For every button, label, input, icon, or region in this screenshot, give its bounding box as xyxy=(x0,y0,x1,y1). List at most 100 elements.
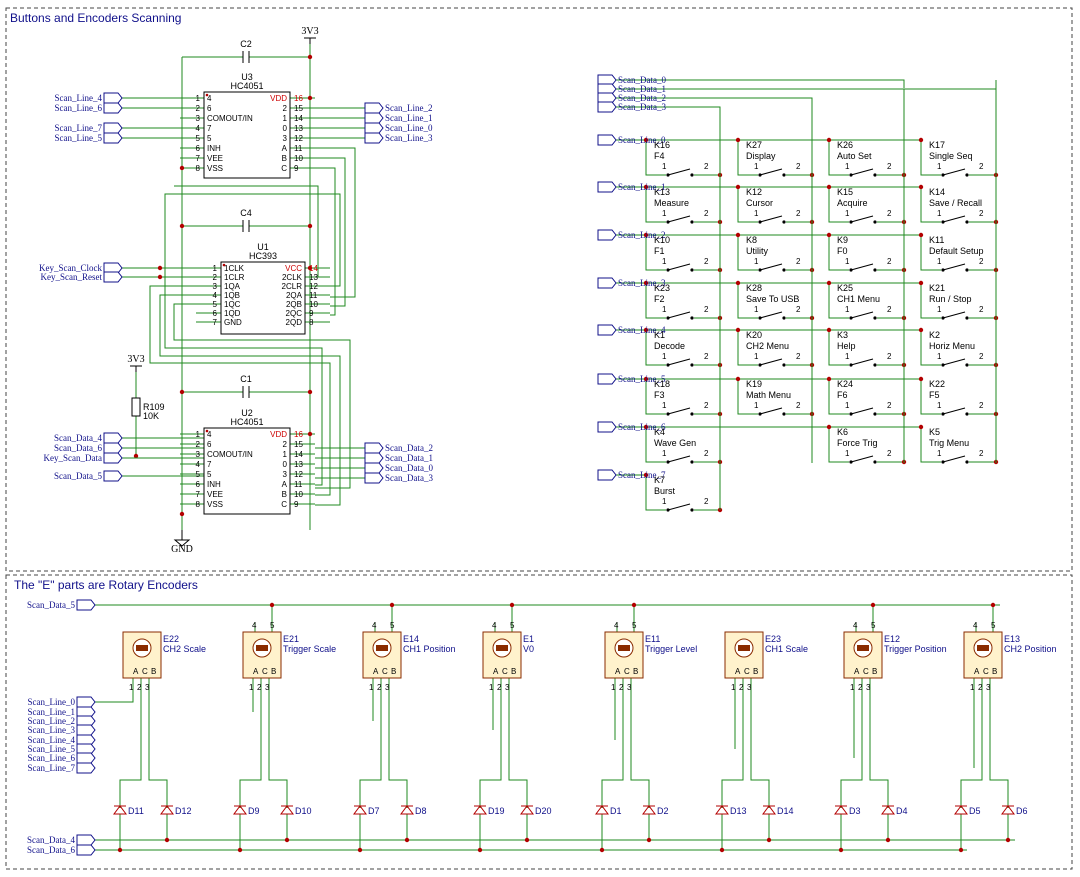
net-label: Scan_Line_0 xyxy=(28,697,76,707)
junction-dot xyxy=(735,280,741,286)
switch-pin: 2 xyxy=(796,209,801,218)
resistor-r109 xyxy=(131,397,141,417)
key-ref: K18 xyxy=(654,379,670,389)
diode-ref: D12 xyxy=(175,806,192,816)
key-label: CH1 Menu xyxy=(837,294,880,304)
key-label: Horiz Menu xyxy=(929,341,975,351)
pin-name: 0 xyxy=(283,124,288,133)
switch-contact xyxy=(965,412,969,416)
net-label: Scan_Data_6 xyxy=(27,845,75,855)
switch-pin: 1 xyxy=(937,305,942,314)
frame-bottom xyxy=(5,574,1073,870)
pin-name: B xyxy=(282,154,287,163)
pin-name: VEE xyxy=(207,490,223,499)
wire xyxy=(119,692,142,808)
key-ref: K10 xyxy=(654,235,670,245)
net-label: Scan_Line_7 xyxy=(28,763,76,773)
encoder-pin-name: A xyxy=(854,667,860,676)
net-port xyxy=(103,442,123,454)
pin-name: 1CLR xyxy=(224,273,245,282)
net-port xyxy=(103,122,123,134)
pin-name: C xyxy=(281,164,287,173)
net-label: Scan_Data_4 xyxy=(27,835,75,845)
switch-lever xyxy=(942,455,966,463)
pin-number: 2 xyxy=(213,273,218,282)
encoder-pin: 1 xyxy=(249,683,254,692)
encoder-pin: 3 xyxy=(265,683,270,692)
encoder-ref: E13 xyxy=(1004,634,1020,644)
encoder-pin-name: B xyxy=(271,667,276,676)
switch-lever xyxy=(759,407,783,415)
switch-pin: 2 xyxy=(979,352,984,361)
key-label: Help xyxy=(837,341,856,351)
switch-pin: 2 xyxy=(796,352,801,361)
junction-dot xyxy=(307,95,313,101)
switch-pin: 1 xyxy=(662,162,667,171)
pin-name: 4 xyxy=(207,430,212,439)
switch-contact xyxy=(782,173,786,177)
key-ref: K21 xyxy=(929,283,945,293)
wire xyxy=(148,692,168,808)
net-label: Scan_Line_4 xyxy=(55,93,103,103)
pin-name: 1QA xyxy=(224,282,241,291)
switch-contact xyxy=(873,316,877,320)
encoder-knob xyxy=(618,645,630,651)
net-port xyxy=(364,472,384,484)
net-label: Scan_Line_6 xyxy=(55,103,103,113)
junction-dot xyxy=(164,837,170,843)
junction-dot xyxy=(404,837,410,843)
switch-pin: 1 xyxy=(845,162,850,171)
net-port xyxy=(364,132,384,144)
switch-contact xyxy=(965,316,969,320)
junction-dot xyxy=(990,602,996,608)
pin-number: 16 xyxy=(294,94,303,103)
key-ref: K24 xyxy=(837,379,853,389)
pin-number: 7 xyxy=(196,490,201,499)
switch-lever xyxy=(942,311,966,319)
switch-pin: 1 xyxy=(937,449,942,458)
junction-dot xyxy=(269,602,275,608)
net-port xyxy=(103,452,123,464)
encoder-pin: 1 xyxy=(369,683,374,692)
encoder-pin-name: C xyxy=(744,667,750,676)
junction-dot xyxy=(357,847,363,853)
switch-pin: 2 xyxy=(979,209,984,218)
pin-number: 1 xyxy=(213,264,218,273)
junction-dot xyxy=(826,184,832,190)
pin-number: 8 xyxy=(196,164,201,173)
key-label: Trig Menu xyxy=(929,438,969,448)
key-label: Decode xyxy=(654,341,685,351)
junction-dot xyxy=(179,389,185,395)
switch-contact xyxy=(873,268,877,272)
key-ref: K5 xyxy=(929,427,940,437)
encoder-knob xyxy=(738,645,750,651)
pin-number: 5 xyxy=(213,300,218,309)
pin-name: 2 xyxy=(283,104,288,113)
pin-number: 2 xyxy=(196,440,201,449)
switch-pin: 2 xyxy=(704,401,709,410)
encoder-pin: 2 xyxy=(377,683,382,692)
encoder-pin: 3 xyxy=(145,683,150,692)
switch-lever xyxy=(759,311,783,319)
junction-dot xyxy=(918,137,924,143)
key-label: Save To USB xyxy=(746,294,799,304)
encoder-pin-name: B xyxy=(872,667,877,676)
encoder-pin: 5 xyxy=(270,621,275,630)
net-port xyxy=(597,277,617,289)
pin-name: INH xyxy=(207,480,221,489)
key-ref: K26 xyxy=(837,140,853,150)
switch-lever xyxy=(667,168,691,176)
encoder-ref: E22 xyxy=(163,634,179,644)
pin-name: 6 xyxy=(207,440,212,449)
switch-lever xyxy=(759,215,783,223)
junction-dot xyxy=(179,223,185,229)
diode-ref: D3 xyxy=(849,806,861,816)
wire xyxy=(630,692,650,808)
key-ref: K1 xyxy=(654,330,665,340)
encoder-knob xyxy=(136,645,148,651)
net-label: Scan_Data_3 xyxy=(618,102,666,112)
net-port xyxy=(597,324,617,336)
junction-dot xyxy=(599,847,605,853)
pin-name: 5 xyxy=(207,470,212,479)
switch-pin: 1 xyxy=(662,352,667,361)
